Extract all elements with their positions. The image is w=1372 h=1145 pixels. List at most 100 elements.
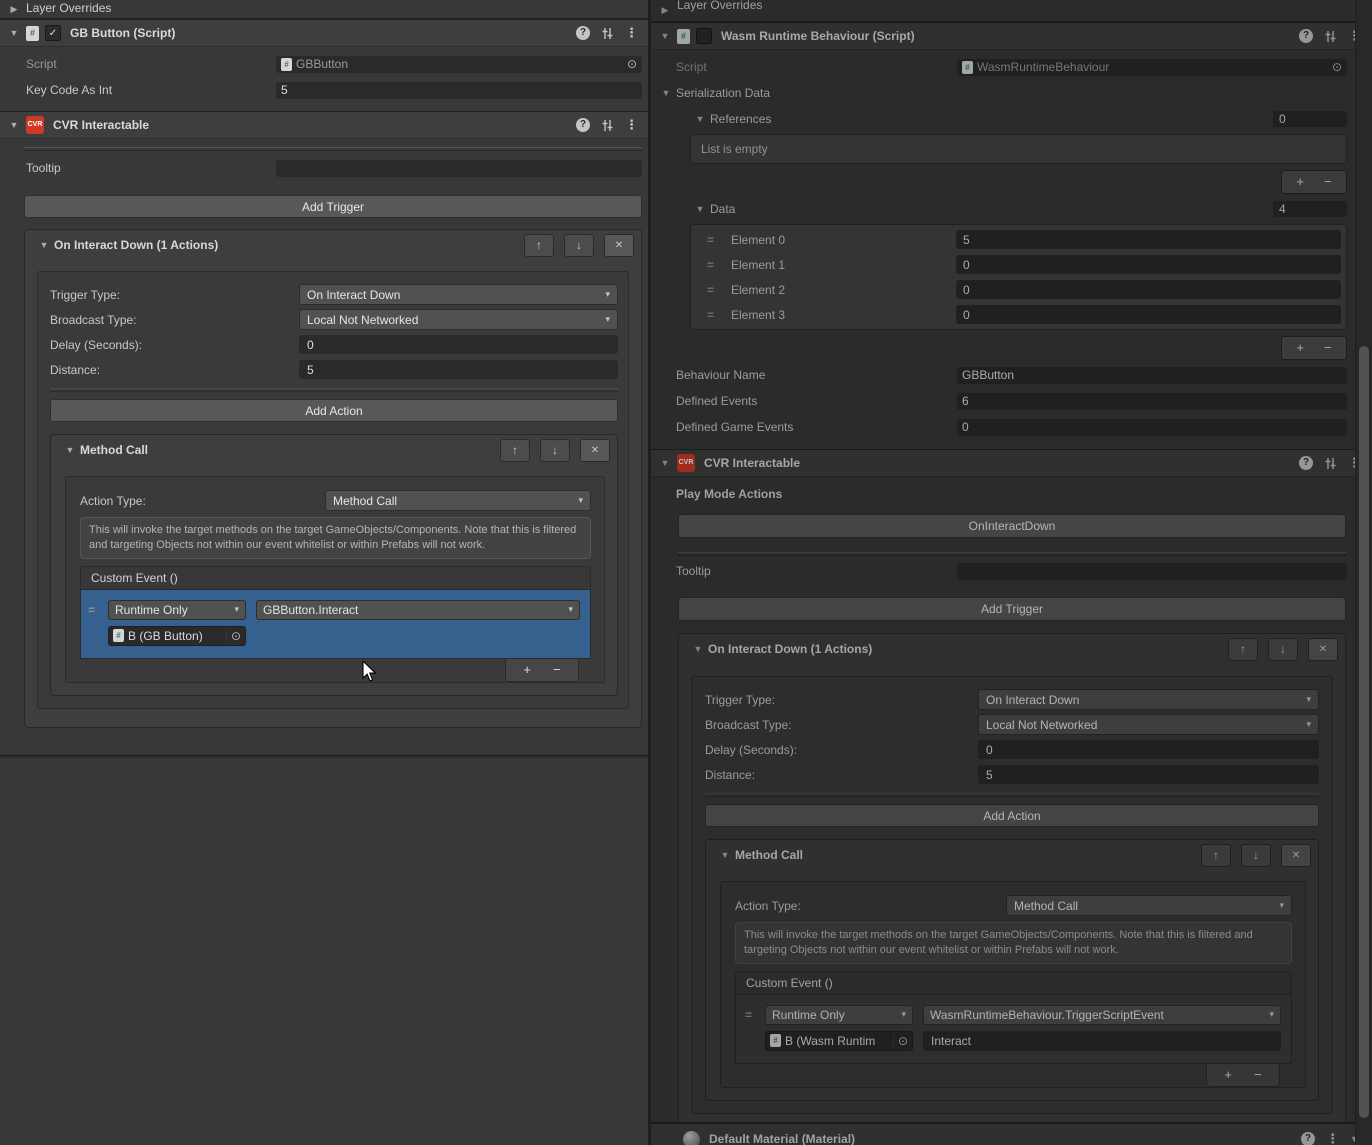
help-icon[interactable]: ? xyxy=(1299,29,1313,43)
list-item[interactable]: = Element 2 0 xyxy=(691,277,1346,302)
data-row[interactable]: ▼ Data 4 xyxy=(651,200,1347,217)
foldout-open-icon[interactable]: ▼ xyxy=(694,204,706,214)
material-footer-row[interactable]: Default Material (Material) ? ⋮ ▼ xyxy=(651,1122,1372,1145)
add-event-button[interactable]: + xyxy=(1224,1068,1232,1082)
move-down-button[interactable]: ↓ xyxy=(564,234,594,257)
event-target-object-field[interactable]: # B (GB Button) ⊙ xyxy=(108,626,246,646)
foldout-open-icon[interactable]: ▼ xyxy=(38,240,50,250)
list-item[interactable]: = Element 1 0 xyxy=(691,252,1346,277)
presets-icon[interactable] xyxy=(601,27,614,40)
element-value-input[interactable]: 0 xyxy=(956,305,1341,324)
data-count-input[interactable]: 4 xyxy=(1273,201,1347,217)
foldout-open-icon[interactable]: ▼ xyxy=(8,28,20,38)
object-picker-icon[interactable]: ⊙ xyxy=(627,58,637,70)
foldout-open-icon[interactable]: ▼ xyxy=(719,850,731,860)
help-icon[interactable]: ? xyxy=(576,118,590,132)
event-argument-input[interactable]: Interact xyxy=(923,1031,1281,1051)
kebab-menu-icon[interactable]: ⋮ xyxy=(625,27,638,39)
enabled-checkbox[interactable] xyxy=(696,28,712,44)
object-picker-icon[interactable]: ⊙ xyxy=(1332,61,1342,73)
scrollbar-thumb[interactable] xyxy=(1359,346,1369,1118)
element-value-input[interactable]: 0 xyxy=(956,255,1341,274)
add-trigger-button[interactable]: Add Trigger xyxy=(24,195,642,218)
add-action-button[interactable]: Add Action xyxy=(705,804,1319,827)
drag-handle-icon[interactable]: = xyxy=(707,258,721,272)
layer-overrides-row[interactable]: ▶ Layer Overrides xyxy=(651,0,1372,22)
drag-handle-icon[interactable]: = xyxy=(745,1008,755,1022)
help-icon[interactable]: ? xyxy=(1299,456,1313,470)
remove-element-button[interactable]: − xyxy=(1324,341,1332,355)
object-picker-icon[interactable]: ⊙ xyxy=(893,1035,908,1047)
presets-icon[interactable] xyxy=(601,119,614,132)
foldout-open-icon[interactable]: ▼ xyxy=(692,644,704,654)
event-list-item[interactable]: = Runtime Only ▾ WasmRuntimeBehaviour.Tr… xyxy=(735,994,1292,1064)
foldout-open-icon[interactable]: ▼ xyxy=(694,114,706,124)
drag-handle-icon[interactable]: = xyxy=(707,283,721,297)
trigger-header[interactable]: ▼ On Interact Down (1 Actions) ↑ ↓ ✕ xyxy=(679,634,1345,661)
layer-overrides-row[interactable]: ▶ Layer Overrides xyxy=(0,0,649,19)
event-target-object-field[interactable]: # B (Wasm Runtim ⊙ xyxy=(765,1031,913,1051)
component-header-cvr-interactable[interactable]: ▼ CVR CVR Interactable ? ⋮ xyxy=(0,111,649,139)
event-method-dropdown[interactable]: WasmRuntimeBehaviour.TriggerScriptEvent … xyxy=(923,1005,1281,1025)
trigger-type-dropdown[interactable]: On Interact Down ▾ xyxy=(978,689,1319,710)
object-picker-icon[interactable]: ⊙ xyxy=(226,630,241,642)
distance-input[interactable]: 5 xyxy=(299,360,618,379)
move-up-button[interactable]: ↑ xyxy=(1228,638,1258,661)
remove-event-button[interactable]: − xyxy=(1254,1068,1262,1082)
move-up-button[interactable]: ↑ xyxy=(500,439,530,462)
foldout-open-icon[interactable]: ▼ xyxy=(8,120,20,130)
kebab-menu-icon[interactable]: ⋮ xyxy=(625,119,638,131)
add-element-button[interactable]: + xyxy=(1296,341,1304,355)
add-reference-button[interactable]: + xyxy=(1296,175,1304,189)
foldout-open-icon[interactable]: ▼ xyxy=(64,445,76,455)
on-interact-down-button[interactable]: OnInteractDown xyxy=(678,514,1346,538)
delete-trigger-button[interactable]: ✕ xyxy=(604,234,634,257)
tooltip-input[interactable] xyxy=(276,160,642,177)
element-value-input[interactable]: 5 xyxy=(956,230,1341,249)
component-header-wasm-runtime[interactable]: ▼ # Wasm Runtime Behaviour (Script) ? ⋮ xyxy=(651,22,1372,50)
help-icon[interactable]: ? xyxy=(1301,1132,1315,1145)
references-row[interactable]: ▼ References 0 xyxy=(651,110,1347,127)
enabled-checkbox[interactable]: ✓ xyxy=(45,25,61,41)
delete-trigger-button[interactable]: ✕ xyxy=(1308,638,1338,661)
move-down-button[interactable]: ↓ xyxy=(1268,638,1298,661)
event-list-item[interactable]: = Runtime Only ▾ GBButton.Interact ▾ xyxy=(80,589,591,659)
broadcast-type-dropdown[interactable]: Local Not Networked ▾ xyxy=(978,714,1319,735)
add-trigger-button[interactable]: Add Trigger xyxy=(678,597,1346,621)
delay-input[interactable]: 0 xyxy=(978,740,1319,759)
remove-event-button[interactable]: − xyxy=(553,663,561,677)
trigger-type-dropdown[interactable]: On Interact Down ▾ xyxy=(299,284,618,305)
presets-icon[interactable] xyxy=(1324,30,1337,43)
drag-handle-icon[interactable]: = xyxy=(88,603,98,617)
drag-handle-icon[interactable]: = xyxy=(707,233,721,247)
action-type-dropdown[interactable]: Method Call ▾ xyxy=(1006,895,1292,916)
foldout-open-icon[interactable]: ▼ xyxy=(659,31,671,41)
move-down-button[interactable]: ↓ xyxy=(540,439,570,462)
broadcast-type-dropdown[interactable]: Local Not Networked ▾ xyxy=(299,309,618,330)
script-object-field[interactable]: # GBButton ⊙ xyxy=(276,56,642,73)
script-object-field[interactable]: # WasmRuntimeBehaviour ⊙ xyxy=(957,59,1347,76)
help-icon[interactable]: ? xyxy=(576,26,590,40)
foldout-open-icon[interactable]: ▼ xyxy=(659,458,671,468)
method-call-header[interactable]: ▼ Method Call ↑ ↓ ✕ xyxy=(51,435,617,462)
event-mode-dropdown[interactable]: Runtime Only ▾ xyxy=(108,600,246,620)
list-item[interactable]: = Element 3 0 xyxy=(691,302,1346,327)
list-item[interactable]: = Element 0 5 xyxy=(691,227,1346,252)
delete-action-button[interactable]: ✕ xyxy=(580,439,610,462)
behaviour-name-input[interactable]: GBButton xyxy=(957,367,1347,384)
element-value-input[interactable]: 0 xyxy=(956,280,1341,299)
delete-action-button[interactable]: ✕ xyxy=(1281,844,1311,867)
event-method-dropdown[interactable]: GBButton.Interact ▾ xyxy=(256,600,580,620)
kebab-menu-icon[interactable]: ⋮ xyxy=(1326,1133,1339,1145)
defined-game-events-input[interactable]: 0 xyxy=(957,419,1347,436)
serialization-data-row[interactable]: ▼ Serialization Data xyxy=(651,84,1347,101)
event-mode-dropdown[interactable]: Runtime Only ▾ xyxy=(765,1005,913,1025)
trigger-header[interactable]: ▼ On Interact Down (1 Actions) ↑ ↓ ✕ xyxy=(25,230,641,257)
foldout-closed-icon[interactable]: ▶ xyxy=(659,5,671,16)
remove-reference-button[interactable]: − xyxy=(1324,175,1332,189)
key-code-input[interactable]: 5 xyxy=(276,82,642,99)
drag-handle-icon[interactable]: = xyxy=(707,308,721,322)
action-type-dropdown[interactable]: Method Call ▾ xyxy=(325,490,591,511)
tooltip-input[interactable] xyxy=(957,563,1347,580)
move-down-button[interactable]: ↓ xyxy=(1241,844,1271,867)
